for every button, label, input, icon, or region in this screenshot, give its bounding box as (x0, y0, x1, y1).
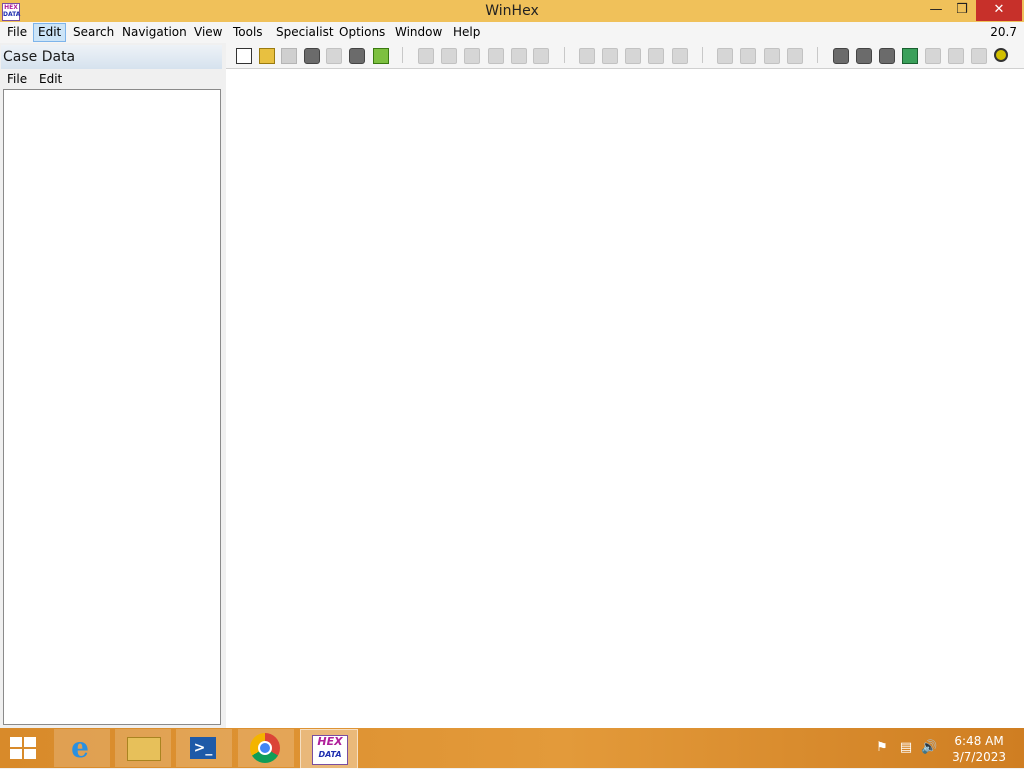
clock-time: 6:48 AM (954, 734, 1004, 748)
hex-icon-text-bottom: DATA (318, 750, 342, 759)
back-icon[interactable] (764, 48, 780, 64)
toolbar-separator (564, 47, 565, 63)
export-icon[interactable] (373, 48, 389, 64)
case-tree-view[interactable] (3, 89, 221, 725)
menu-search[interactable]: Search (69, 24, 118, 41)
network-icon[interactable]: ▤ (898, 740, 914, 756)
powershell-icon: >_ (190, 737, 216, 759)
menu-tools[interactable]: Tools (229, 24, 267, 41)
start-button[interactable] (0, 729, 48, 767)
find-text-icon[interactable] (579, 48, 595, 64)
taskbar-winhex[interactable]: HEX DATA (300, 729, 358, 769)
title-bar[interactable]: HEX DATA WinHex — ❒ ✕ (0, 0, 1024, 22)
case-data-panel: Case Data File Edit (0, 43, 224, 728)
open-disk-icon[interactable] (833, 48, 849, 64)
menu-window[interactable]: Window (391, 24, 446, 41)
workspace-area[interactable] (226, 69, 1024, 728)
system-clock[interactable]: 6:48 AM 3/7/2023 (952, 733, 1006, 765)
case-menu-edit[interactable]: Edit (39, 72, 62, 86)
case-data-title: Case Data (3, 49, 76, 65)
windows-logo-icon (10, 737, 38, 761)
version-label: 20.7 (990, 25, 1017, 39)
window-title: WinHex (485, 3, 539, 19)
print-icon[interactable] (304, 48, 320, 64)
paste-icon[interactable] (464, 48, 480, 64)
hex-icon-text-top: HEX (317, 735, 343, 748)
action-center-flag-icon[interactable]: ⚑ (874, 740, 890, 756)
restore-button[interactable]: ❒ (948, 0, 976, 21)
main-toolbar (226, 43, 1024, 69)
taskbar-file-explorer[interactable] (115, 729, 171, 767)
menu-help[interactable]: Help (449, 24, 484, 41)
find-hex-icon[interactable] (602, 48, 618, 64)
winhex-icon: HEX DATA (312, 735, 348, 765)
close-button[interactable]: ✕ (976, 0, 1022, 21)
forward-icon[interactable] (787, 48, 803, 64)
calculator-icon[interactable] (902, 48, 918, 64)
replace-hex-icon[interactable] (648, 48, 664, 64)
clock-date: 3/7/2023 (952, 750, 1006, 764)
open-folder-icon[interactable] (259, 48, 275, 64)
menu-bar: File Edit Search Navigation View Tools S… (0, 22, 1024, 43)
menu-specialist[interactable]: Specialist (272, 24, 338, 41)
replace-text-icon[interactable] (625, 48, 641, 64)
menu-file[interactable]: File (3, 24, 31, 41)
search-icon[interactable] (925, 48, 941, 64)
find-special-icon[interactable] (672, 48, 688, 64)
goto-sector-icon[interactable] (740, 48, 756, 64)
menu-options[interactable]: Options (335, 24, 389, 41)
chrome-icon (250, 733, 280, 763)
menu-view[interactable]: View (190, 24, 226, 41)
case-data-header: Case Data (1, 45, 222, 69)
minimize-button[interactable]: — (922, 0, 950, 21)
chart-icon[interactable] (971, 48, 987, 64)
multi-copy-icon[interactable] (511, 48, 527, 64)
open-ram-icon[interactable] (856, 48, 872, 64)
hand-icon[interactable] (879, 48, 895, 64)
save-icon[interactable] (281, 48, 297, 64)
internet-explorer-icon: e (71, 731, 89, 764)
binary-icon[interactable] (533, 48, 549, 64)
toolbar-separator (402, 47, 403, 63)
menu-edit[interactable]: Edit (33, 23, 67, 42)
new-file-icon[interactable] (236, 48, 252, 64)
taskbar-chrome[interactable] (238, 729, 294, 767)
file-explorer-icon (127, 737, 161, 761)
settings-icon[interactable] (994, 48, 1008, 62)
case-menu-file[interactable]: File (7, 72, 27, 86)
toolbar-separator (817, 47, 818, 63)
taskbar: e >_ HEX DATA ⚑ ▤ 🔊 6:48 AM 3/7/2023 (0, 728, 1024, 769)
menu-navigation[interactable]: Navigation (118, 24, 191, 41)
clipboard-icon[interactable] (488, 48, 504, 64)
taskbar-internet-explorer[interactable]: e (54, 729, 110, 767)
taskbar-powershell[interactable]: >_ (176, 729, 232, 767)
properties-icon[interactable] (349, 48, 365, 64)
cloud-icon[interactable] (948, 48, 964, 64)
volume-icon[interactable]: 🔊 (921, 740, 937, 756)
goto-offset-icon[interactable] (717, 48, 733, 64)
copy-icon[interactable] (441, 48, 457, 64)
toolbar-separator (702, 47, 703, 63)
undo-icon[interactable] (418, 48, 434, 64)
scissors-icon[interactable] (326, 48, 342, 64)
